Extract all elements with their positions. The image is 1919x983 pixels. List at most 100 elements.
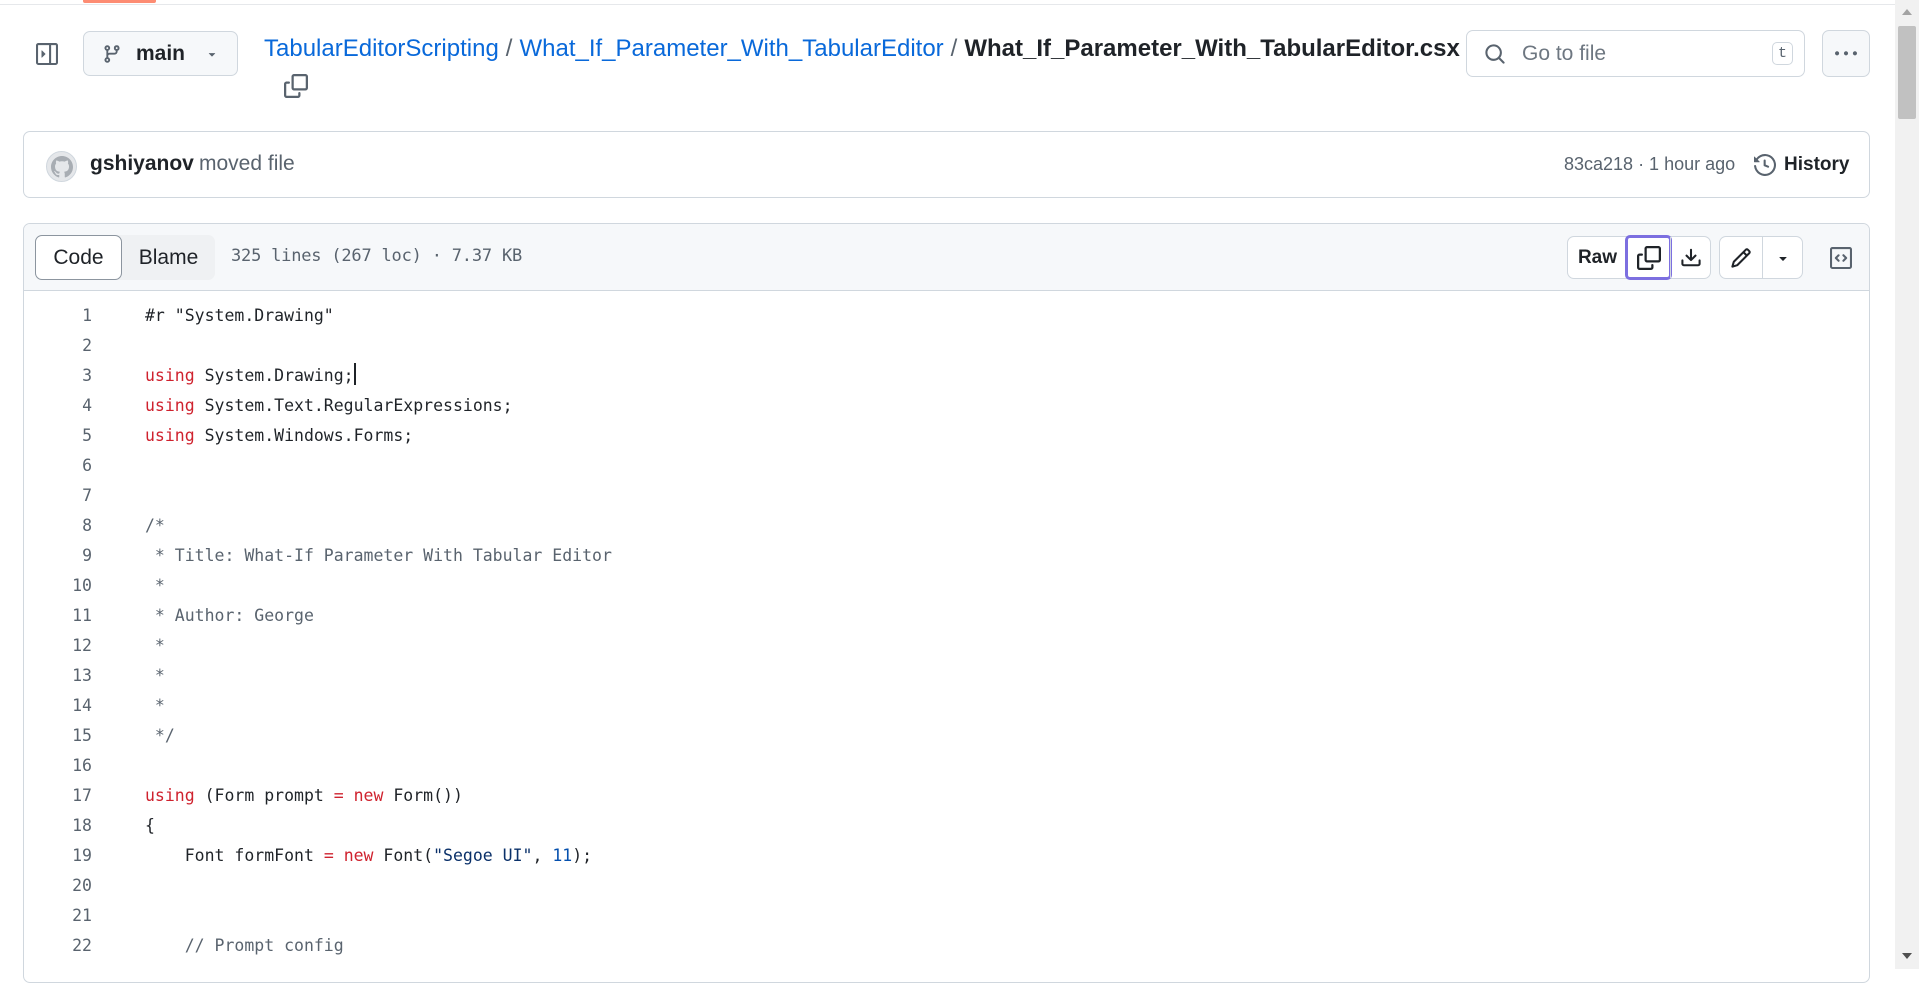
- line-number[interactable]: 6: [24, 451, 92, 481]
- code-line[interactable]: 6: [24, 451, 1869, 481]
- text-cursor: [353, 363, 356, 385]
- line-number[interactable]: 4: [24, 391, 92, 421]
- more-options-button[interactable]: [1822, 30, 1870, 77]
- search-icon: [1485, 43, 1505, 64]
- code-text: *: [145, 636, 165, 655]
- code-line[interactable]: 18 {: [24, 811, 1869, 841]
- raw-label: Raw: [1577, 246, 1618, 268]
- code-line[interactable]: 11 * Author: George: [24, 601, 1869, 631]
- code-line[interactable]: 15 */: [24, 721, 1869, 751]
- code-line[interactable]: 4 using System.Text.RegularExpressions;: [24, 391, 1869, 421]
- code-line[interactable]: 13 *: [24, 661, 1869, 691]
- line-number[interactable]: 7: [24, 481, 92, 511]
- line-number[interactable]: 13: [24, 661, 92, 691]
- code-text: // Prompt config: [145, 936, 344, 955]
- line-number[interactable]: 15: [24, 721, 92, 751]
- download-raw-button[interactable]: [1670, 237, 1710, 278]
- line-number[interactable]: 8: [24, 511, 92, 541]
- tab-blame[interactable]: Blame: [122, 235, 215, 280]
- scroll-down-arrow[interactable]: [1902, 953, 1912, 959]
- breadcrumb-repo-link[interactable]: TabularEditorScripting: [264, 35, 499, 62]
- line-number[interactable]: 18: [24, 811, 92, 841]
- line-number[interactable]: 5: [24, 421, 92, 451]
- code-line[interactable]: 1 #r "System.Drawing": [24, 301, 1869, 331]
- code-text: Font formFont = new Font("Segoe UI", 11)…: [145, 846, 593, 865]
- code-text: /*: [145, 516, 165, 535]
- code-line[interactable]: 21: [24, 901, 1869, 931]
- branch-selector-button[interactable]: main: [83, 31, 238, 76]
- active-tab-underline: [83, 0, 156, 3]
- line-number[interactable]: 3: [24, 361, 92, 391]
- avatar[interactable]: [46, 151, 77, 182]
- code-text: *: [145, 576, 165, 595]
- code-line[interactable]: 20: [24, 871, 1869, 901]
- kebab-horizontal-icon: [1835, 50, 1857, 55]
- code-text: using System.Windows.Forms;: [145, 426, 414, 445]
- line-number[interactable]: 11: [24, 601, 92, 631]
- pencil-icon: [1731, 247, 1751, 268]
- raw-button[interactable]: Raw: [1568, 237, 1627, 278]
- code-line[interactable]: 5 using System.Windows.Forms;: [24, 421, 1869, 451]
- commit-message-link[interactable]: moved file: [199, 152, 295, 176]
- history-button[interactable]: History: [1754, 148, 1849, 182]
- code-text: #r "System.Drawing": [145, 306, 334, 325]
- page-scrollbar[interactable]: [1895, 0, 1919, 969]
- code-line[interactable]: 3 using System.Drawing;: [24, 361, 1869, 391]
- commit-hash-and-time[interactable]: 83ca218 · 1 hour ago: [1564, 154, 1735, 175]
- line-number[interactable]: 14: [24, 691, 92, 721]
- history-label: History: [1784, 154, 1850, 175]
- line-number[interactable]: 2: [24, 331, 92, 361]
- line-number[interactable]: 1: [24, 301, 92, 331]
- edit-file-button[interactable]: [1720, 237, 1762, 278]
- edit-options-dropdown[interactable]: [1762, 237, 1802, 278]
- breadcrumb: TabularEditorScripting / What_If_Parameter…: [264, 32, 1460, 66]
- go-to-file-search[interactable]: t: [1466, 30, 1805, 77]
- sidebar-expand-button[interactable]: [34, 42, 60, 66]
- line-number[interactable]: 12: [24, 631, 92, 661]
- code-line[interactable]: 16: [24, 751, 1869, 781]
- line-number[interactable]: 22: [24, 931, 92, 961]
- line-number[interactable]: 20: [24, 871, 92, 901]
- code-text: using (Form prompt = new Form()): [145, 786, 463, 805]
- download-icon: [1680, 248, 1701, 266]
- tab-code[interactable]: Code: [35, 235, 122, 280]
- line-number[interactable]: 10: [24, 571, 92, 601]
- shortcut-hint: t: [1772, 42, 1793, 65]
- code-text: using System.Text.RegularExpressions;: [145, 396, 513, 415]
- code-text: using System.Drawing;: [145, 361, 356, 391]
- header-divider: [0, 4, 1895, 5]
- code-line[interactable]: 2: [24, 331, 1869, 361]
- history-icon: [1754, 154, 1776, 176]
- code-line[interactable]: 9 * Title: What-If Parameter With Tabula…: [24, 541, 1869, 571]
- latest-commit-bar: gshiyanov moved file 83ca218 · 1 hour ag…: [23, 131, 1870, 198]
- scroll-up-arrow[interactable]: [1902, 9, 1912, 15]
- code-text: *: [145, 696, 165, 715]
- copy-path-button[interactable]: [283, 73, 309, 99]
- line-number[interactable]: 17: [24, 781, 92, 811]
- line-number[interactable]: 16: [24, 751, 92, 781]
- line-number[interactable]: 21: [24, 901, 92, 931]
- commit-author-link[interactable]: gshiyanov: [90, 152, 194, 176]
- code-line[interactable]: 14 *: [24, 691, 1869, 721]
- code-line[interactable]: 19 Font formFont = new Font("Segoe UI", …: [24, 841, 1869, 871]
- breadcrumb-folder-link[interactable]: What_If_Parameter_With_TabularEditor: [519, 35, 943, 62]
- file-stats: 325 lines (267 loc) · 7.37 KB: [231, 246, 523, 266]
- scroll-thumb[interactable]: [1898, 26, 1916, 119]
- code-line[interactable]: 12 *: [24, 631, 1869, 661]
- code-line[interactable]: 8 /*: [24, 511, 1869, 541]
- code-line[interactable]: 22 // Prompt config: [24, 931, 1869, 961]
- symbols-panel-button[interactable]: [1821, 238, 1861, 278]
- line-number[interactable]: 19: [24, 841, 92, 871]
- code-square-icon: [1830, 247, 1852, 269]
- code-line[interactable]: 10 *: [24, 571, 1869, 601]
- code-text: * Author: George: [145, 606, 314, 625]
- code-line[interactable]: 7: [24, 481, 1869, 511]
- code-line[interactable]: 17 using (Form prompt = new Form()): [24, 781, 1869, 811]
- search-input[interactable]: [1520, 40, 1764, 67]
- breadcrumb-current-file: What_If_Parameter_With_TabularEditor.csx: [964, 35, 1460, 62]
- line-number[interactable]: 9: [24, 541, 92, 571]
- user-avatar-icon: [50, 155, 73, 177]
- view-mode-tabs: Code Blame: [35, 235, 215, 280]
- copy-raw-content-button[interactable]: [1625, 235, 1672, 280]
- sidebar-expand-icon: [36, 43, 58, 65]
